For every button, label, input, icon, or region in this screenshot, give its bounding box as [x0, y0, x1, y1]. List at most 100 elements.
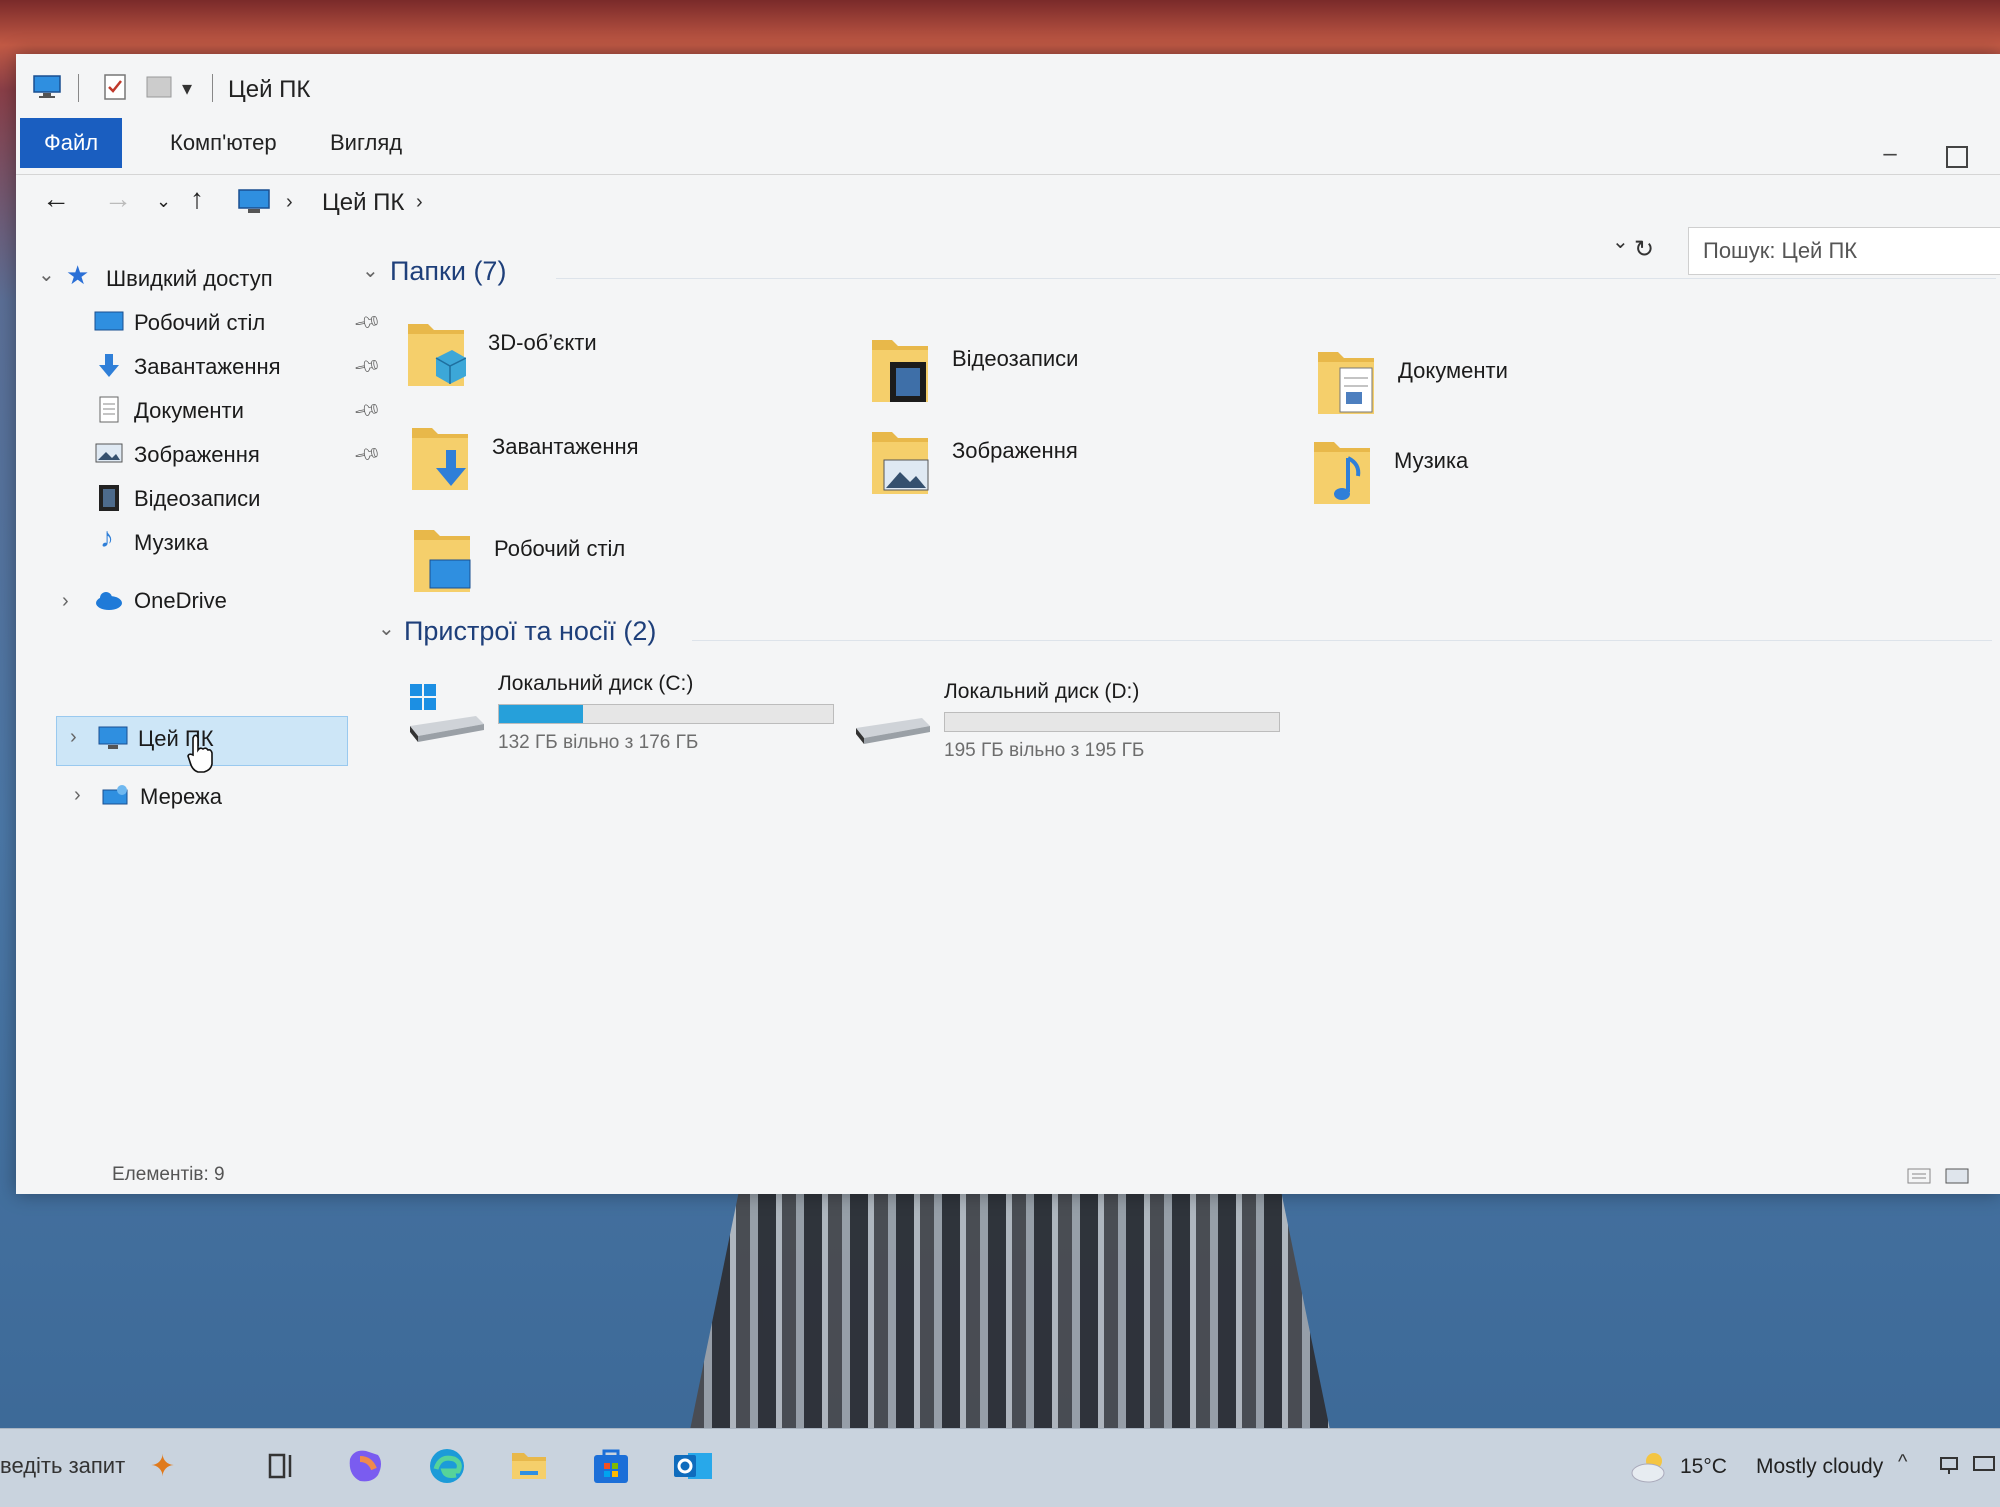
- 3d-objects-icon: [408, 324, 466, 386]
- folder-label: Зображення: [952, 438, 1078, 463]
- nav-label: Робочий стіл: [134, 310, 266, 335]
- weather-temperature: 15°C: [1680, 1455, 1727, 1478]
- folder-downloads[interactable]: Завантаження: [410, 416, 770, 506]
- drive-icon: [856, 718, 930, 744]
- display-tray-icon[interactable]: [1972, 1453, 1996, 1477]
- nav-label: Мережа: [140, 784, 222, 809]
- drive-label: Локальний диск (C:): [498, 672, 694, 695]
- this-pc-icon: [98, 726, 128, 749]
- nav-label: Відеозаписи: [134, 486, 261, 511]
- folder-desktop[interactable]: Робочий стіл: [412, 518, 772, 608]
- drive-usage-fill: [499, 705, 583, 723]
- chevron-down-icon[interactable]: ⌄: [38, 262, 55, 287]
- wallpaper-pier: [690, 1180, 1330, 1430]
- nav-label: Документи: [134, 398, 244, 423]
- drive-c[interactable]: Локальний диск (C:) 132 ГБ вільно з 176 …: [406, 666, 834, 766]
- folder-label: 3D-об’єкти: [488, 330, 597, 355]
- nav-label: OneDrive: [134, 588, 227, 613]
- address-bar[interactable]: › Цей ПК ›: [230, 179, 1650, 225]
- new-folder-icon[interactable]: [144, 72, 174, 102]
- taskbar-search-text: ведіть запит: [0, 1453, 126, 1478]
- store-icon[interactable]: [590, 1445, 632, 1487]
- desktop-icon: [414, 530, 471, 592]
- folder-videos[interactable]: Відеозаписи: [870, 328, 1230, 418]
- content-pane: ⌄ Папки (7) 3D-об’єкти Відеозаписи Докум…: [356, 254, 1996, 1154]
- folder-music[interactable]: Музика: [1312, 430, 1672, 520]
- music-icon: [1314, 442, 1370, 504]
- forward-arrow-icon[interactable]: →: [104, 183, 132, 215]
- navigation-pane: ⌄ ★ Швидкий доступ Робочий стіл 📌︎ Заван…: [16, 254, 383, 1154]
- network-tray-icon[interactable]: [1938, 1453, 1962, 1477]
- downloads-icon: [99, 354, 119, 377]
- outlook-icon[interactable]: [672, 1445, 714, 1487]
- weather-description: Mostly cloudy: [1756, 1455, 1884, 1478]
- ribbon-tabs: Файл Комп'ютер Вигляд: [16, 118, 2000, 172]
- onedrive-icon: [96, 592, 122, 610]
- cloudy-weather-icon: [1631, 1453, 1665, 1483]
- group-header-devices[interactable]: Пристрої та носії (2): [404, 616, 656, 647]
- up-arrow-icon[interactable]: ↑: [190, 183, 204, 215]
- folder-label: Робочий стіл: [494, 536, 626, 561]
- taskbar-search-box[interactable]: ведіть запит ✦: [0, 1443, 210, 1489]
- chevron-up-icon[interactable]: ^: [1898, 1451, 1907, 1474]
- customize-toolbar-icon[interactable]: ▾: [182, 76, 212, 106]
- copilot-icon[interactable]: [344, 1445, 386, 1487]
- tab-view[interactable]: Вигляд: [306, 118, 426, 168]
- this-pc-icon: [238, 189, 270, 213]
- nav-label: Музика: [134, 530, 209, 555]
- drive-usage-bar: [498, 704, 834, 724]
- item-count: Елементів: 9: [112, 1164, 225, 1185]
- navigation-bar: ← → ⌄ ↑ › Цей ПК › ⌄ ↻ Пошук: Цей ПК: [16, 174, 2000, 275]
- breadcrumb-separator-icon[interactable]: ›: [286, 191, 293, 214]
- chevron-down-icon[interactable]: ⌄: [378, 616, 395, 641]
- downloads-icon: [412, 428, 468, 490]
- recent-locations-icon[interactable]: ⌄: [156, 191, 171, 212]
- nav-label: Зображення: [134, 442, 260, 467]
- music-icon: ♪: [100, 522, 114, 553]
- chevron-right-icon[interactable]: ›: [62, 590, 69, 613]
- folder-pictures[interactable]: Зображення: [870, 420, 1230, 510]
- task-view-icon[interactable]: [262, 1445, 304, 1487]
- drive-usage-bar: [944, 712, 1280, 732]
- group-divider: [692, 640, 1992, 641]
- drive-label: Локальний диск (D:): [944, 680, 1140, 703]
- folder-label: Музика: [1394, 448, 1469, 473]
- breadcrumb-separator-icon[interactable]: ›: [416, 191, 423, 214]
- tab-computer[interactable]: Комп'ютер: [146, 118, 301, 168]
- star-icon: ★: [66, 260, 90, 290]
- file-explorer-window: ▾ Цей ПК Файл Комп'ютер Вигляд – ← → ⌄ ↑…: [16, 54, 2000, 1194]
- edge-icon[interactable]: [426, 1445, 468, 1487]
- window-title: Цей ПК: [228, 76, 311, 103]
- sparkle-icon: ✦: [150, 1450, 176, 1483]
- minimize-button[interactable]: –: [1870, 140, 1910, 170]
- drive-free-space: 195 ГБ вільно з 195 ГБ: [944, 740, 1145, 761]
- back-arrow-icon[interactable]: ←: [42, 183, 70, 215]
- folder-label: Документи: [1398, 358, 1508, 383]
- pictures-icon: [95, 443, 123, 463]
- videos-icon: [99, 485, 119, 511]
- folder-3d-objects[interactable]: 3D-об’єкти: [406, 312, 766, 402]
- windows-drive-icon: [410, 684, 484, 742]
- folder-documents[interactable]: Документи: [1316, 340, 1676, 430]
- drive-free-space: 132 ГБ вільно з 176 ГБ: [498, 732, 699, 753]
- chevron-right-icon[interactable]: ›: [74, 784, 81, 807]
- folder-label: Завантаження: [492, 434, 639, 459]
- chevron-down-icon[interactable]: ⌄: [362, 258, 379, 283]
- toolbar-separator: [78, 74, 79, 102]
- pictures-icon: [872, 432, 929, 494]
- properties-icon[interactable]: [100, 72, 130, 102]
- group-divider: [556, 278, 1996, 279]
- documents-icon: [1318, 352, 1374, 414]
- videos-icon: [872, 340, 928, 402]
- folder-label: Відеозаписи: [952, 346, 1079, 371]
- view-toggle-icons[interactable]: [1906, 1166, 1976, 1186]
- drive-d[interactable]: Локальний диск (D:) 195 ГБ вільно з 195 …: [852, 674, 1280, 774]
- file-explorer-icon[interactable]: [508, 1445, 550, 1487]
- breadcrumb[interactable]: Цей ПК: [322, 189, 404, 217]
- maximize-button[interactable]: [1946, 146, 1968, 168]
- toolbar-separator: [212, 74, 213, 102]
- chevron-right-icon[interactable]: ›: [70, 726, 77, 749]
- group-header-folders[interactable]: Папки (7): [390, 256, 506, 287]
- tab-file[interactable]: Файл: [20, 118, 123, 168]
- desktop-icon: [94, 311, 124, 331]
